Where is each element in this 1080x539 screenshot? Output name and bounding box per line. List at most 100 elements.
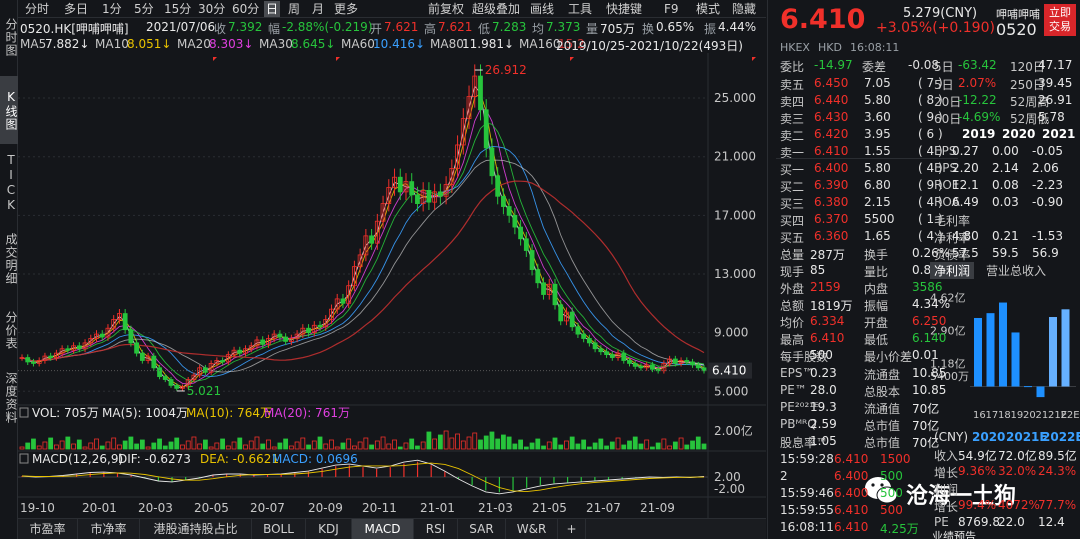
vol-bar <box>627 440 632 450</box>
stat-label2-11: 总市值 <box>864 436 901 450</box>
indicator-tab-6[interactable]: RSI <box>414 519 458 539</box>
period-btn-4[interactable]: 15分 <box>162 1 193 17</box>
indicator-tab-5[interactable]: MACD <box>352 519 414 539</box>
stat-label-1: 现手 <box>780 265 805 279</box>
period-btn-2[interactable]: 1分 <box>100 1 124 17</box>
quote-panel: 6.410 +3.05%(+0.190) 5.279(CNY) 呷哺呷哺 052… <box>767 0 1080 539</box>
stat-value-0: 287万 <box>810 248 845 262</box>
vol-legend-2: MA(10): 764万 <box>186 406 272 420</box>
indicator-tab-0[interactable]: 市盈率 <box>18 519 78 539</box>
vol-legend-0: VOL: 705万 <box>32 406 99 420</box>
indicator-tab-8[interactable]: W&R <box>506 519 558 539</box>
candle-body <box>650 364 655 370</box>
ma-label-3: MA30 <box>259 37 293 51</box>
period-btn-5[interactable]: 30分 <box>196 1 227 17</box>
vol-bar <box>621 444 627 450</box>
period-btn-14[interactable]: 工具 <box>566 1 594 17</box>
candle-body <box>478 75 483 111</box>
bid-price-2: 6.380 <box>814 195 849 209</box>
side-tab-4[interactable]: 分价表 <box>0 300 18 360</box>
perf-value2-3: 5.78 <box>1038 110 1065 124</box>
vol-bar <box>558 444 564 450</box>
side-tab-0[interactable]: 分时图 <box>0 2 18 72</box>
candle-body <box>122 313 128 331</box>
period-btn-12[interactable]: 超级叠加 <box>470 1 522 17</box>
trade-now-button[interactable]: 立即交易 <box>1044 4 1076 36</box>
vol-bar <box>220 438 225 450</box>
candle-body <box>495 175 501 197</box>
candle-body <box>220 360 225 363</box>
x-tick-5: 20-09 <box>308 501 343 515</box>
period-btn-13[interactable]: 画线 <box>528 1 556 17</box>
amp-label: 振 <box>704 22 717 36</box>
x-tick-7: 21-01 <box>420 501 455 515</box>
fin-value-0-1: 0.00 <box>992 144 1019 158</box>
stat-label-0: 总量 <box>780 248 805 262</box>
period-btn-18[interactable]: 隐藏 <box>730 1 758 17</box>
candle-body <box>604 351 609 356</box>
forecast-value-3-1: 4072% <box>998 498 1040 512</box>
market-label: HKEX <box>780 41 810 54</box>
x-tick-10: 21-07 <box>586 501 621 515</box>
indicator-tab-9[interactable]: + <box>558 519 586 539</box>
vol-bar <box>541 445 546 450</box>
indicator-tab-3[interactable]: BOLL <box>252 519 306 539</box>
period-btn-17[interactable]: 模式 <box>694 1 722 17</box>
tick-vol-4: 4.25万 <box>880 522 919 536</box>
fin-tab-revenue[interactable]: 营业总收入 <box>986 262 1046 279</box>
indicator-tab-4[interactable]: KDJ <box>306 519 352 539</box>
side-tab-3[interactable]: 成交明细 <box>0 224 18 294</box>
fin-value-5-1: 0.21 <box>992 229 1019 243</box>
ob-divider <box>776 158 958 159</box>
fin-tab-net-profit[interactable]: 净利润 <box>930 262 975 279</box>
indicator-tab-2[interactable]: 港股通持股占比 <box>140 519 252 539</box>
indicator-tab-7[interactable]: SAR <box>458 519 506 539</box>
period-btn-0[interactable]: 分时 <box>23 1 51 17</box>
side-tab-1[interactable]: K线图 <box>0 76 18 144</box>
period-btn-9[interactable]: 月 <box>310 1 326 17</box>
indicator-tab-1[interactable]: 市净率 <box>78 519 140 539</box>
candle-body <box>598 348 604 353</box>
forecast-label-2: 利润 <box>934 483 959 497</box>
x-tick-9: 21-05 <box>532 501 567 515</box>
period-btn-6[interactable]: 60分 <box>230 1 261 17</box>
period-btn-16[interactable]: F9 <box>662 1 681 17</box>
period-btn-11[interactable]: 前复权 <box>426 1 466 17</box>
candle-body <box>237 349 243 354</box>
ma-value-4: 10.416↓ <box>373 37 426 51</box>
stat-label2-6: 最小价差 <box>864 350 913 364</box>
kline-chart[interactable]: 25.000 21.000 17.000 13.000 9.000 5.000 26.912… <box>18 53 766 518</box>
bid-vol-1: 6.80 <box>864 178 891 192</box>
stat-label2-0: 换手 <box>864 248 889 262</box>
vol-bar <box>162 445 168 450</box>
candle-body <box>592 342 598 350</box>
side-tab-5[interactable]: 深度资料 <box>0 366 18 430</box>
chg-value: -2.88%(-0.219) <box>282 20 373 34</box>
bid-vol-4: 1.65 <box>864 229 891 243</box>
side-tab-2[interactable]: TICK <box>0 148 18 218</box>
stat-label-3: 总额 <box>780 299 805 313</box>
vol-bar <box>672 441 678 450</box>
forecast-y3: 2022E <box>1042 430 1080 444</box>
stock-code: 0520.HK[呷哺呷哺] <box>20 22 129 36</box>
bid-vol-0: 5.80 <box>864 161 891 175</box>
vol-bar <box>592 442 598 450</box>
close-value: 7.392 <box>228 20 263 34</box>
vol-bar <box>529 442 535 450</box>
period-btn-10[interactable]: 更多 <box>332 1 360 17</box>
vol-bar <box>684 444 690 450</box>
period-btn-7[interactable]: 日 <box>264 1 281 17</box>
vol-value: 705万 <box>600 22 635 36</box>
period-btn-1[interactable]: 多日 <box>62 1 90 17</box>
fin-value-6-2: 56.9 <box>1032 246 1059 260</box>
last-price-tag: 6.410 <box>712 364 746 378</box>
ask-price-0: 6.450 <box>814 76 849 90</box>
bid-label-3: 买四 <box>780 214 805 228</box>
period-btn-3[interactable]: 5分 <box>132 1 156 17</box>
perf-value-0: -63.42 <box>958 58 997 72</box>
stat-value-3: 1819万 <box>810 299 853 313</box>
period-btn-8[interactable]: 周 <box>286 1 302 17</box>
stat-label2-2: 内盘 <box>864 282 889 296</box>
period-btn-15[interactable]: 快捷键 <box>604 1 644 17</box>
price-tick-4: 9.000 <box>714 326 748 340</box>
